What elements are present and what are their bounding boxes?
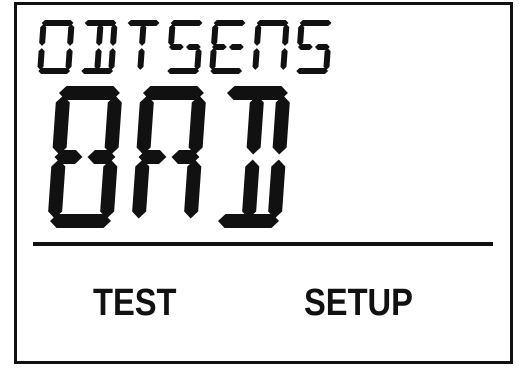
value-segment bbox=[184, 159, 202, 219]
status-glyph-d-1 bbox=[81, 20, 118, 74]
status-segment bbox=[209, 48, 217, 70]
status-segment bbox=[137, 48, 145, 70]
status-segment bbox=[108, 48, 116, 70]
status-segment bbox=[323, 48, 331, 70]
value-glyph-d-2 bbox=[218, 86, 290, 228]
status-segment bbox=[280, 48, 288, 70]
status-segment bbox=[282, 24, 290, 46]
status-segment bbox=[254, 24, 262, 46]
status-segment bbox=[37, 48, 45, 70]
status-segment bbox=[65, 48, 73, 70]
lcd-divider bbox=[33, 242, 493, 246]
status-segment bbox=[297, 24, 305, 46]
sensor-value-readout: BAD bbox=[47, 85, 295, 229]
value-segment bbox=[268, 159, 286, 219]
value-segment bbox=[132, 159, 150, 219]
status-segment bbox=[256, 20, 289, 27]
status-glyph-n-5 bbox=[252, 20, 290, 70]
value-segment bbox=[58, 86, 120, 101]
sensor-status-segments bbox=[37, 20, 332, 74]
status-glyph-s-6 bbox=[296, 20, 332, 74]
value-segment bbox=[272, 95, 290, 155]
status-segment bbox=[39, 24, 47, 46]
status-segment bbox=[168, 24, 176, 46]
status-segment bbox=[252, 48, 260, 70]
value-segment bbox=[48, 159, 66, 219]
status-segment bbox=[96, 24, 104, 46]
status-segment bbox=[41, 20, 74, 27]
test-softkey-label[interactable]: TEST bbox=[93, 281, 177, 325]
lcd-display: ODTSENS BAD TEST SETUP bbox=[14, 2, 513, 364]
value-glyph-a-1 bbox=[132, 86, 206, 219]
value-glyph-b-0 bbox=[48, 86, 122, 228]
status-segment bbox=[170, 20, 203, 27]
setup-softkey-label[interactable]: SETUP bbox=[304, 281, 413, 325]
status-segment bbox=[211, 24, 219, 46]
value-segment bbox=[136, 95, 154, 155]
value-segment bbox=[50, 213, 111, 228]
status-glyph-s-3 bbox=[167, 20, 203, 74]
value-segment bbox=[100, 159, 118, 219]
value-segment bbox=[246, 95, 264, 155]
value-segment bbox=[142, 86, 204, 101]
status-segment bbox=[110, 24, 118, 46]
status-glyph-o-0 bbox=[37, 20, 75, 74]
value-segment bbox=[242, 159, 260, 219]
value-segment bbox=[52, 95, 70, 155]
status-segment bbox=[296, 67, 329, 74]
status-segment bbox=[210, 67, 243, 74]
status-segment bbox=[299, 20, 332, 27]
status-segment bbox=[139, 24, 147, 46]
value-segment bbox=[188, 95, 206, 155]
status-segment bbox=[38, 67, 71, 74]
status-glyph-t-2 bbox=[127, 20, 160, 70]
status-segment bbox=[213, 20, 246, 27]
status-glyph-e-4 bbox=[209, 20, 246, 74]
status-segment bbox=[67, 24, 75, 46]
sensor-value-segments bbox=[48, 86, 290, 228]
status-segment bbox=[194, 48, 202, 70]
value-segment bbox=[104, 95, 122, 155]
status-segment bbox=[167, 67, 200, 74]
status-segment bbox=[228, 44, 244, 50]
sensor-status-readout: ODTSENS bbox=[37, 19, 337, 75]
status-segment bbox=[94, 48, 102, 70]
